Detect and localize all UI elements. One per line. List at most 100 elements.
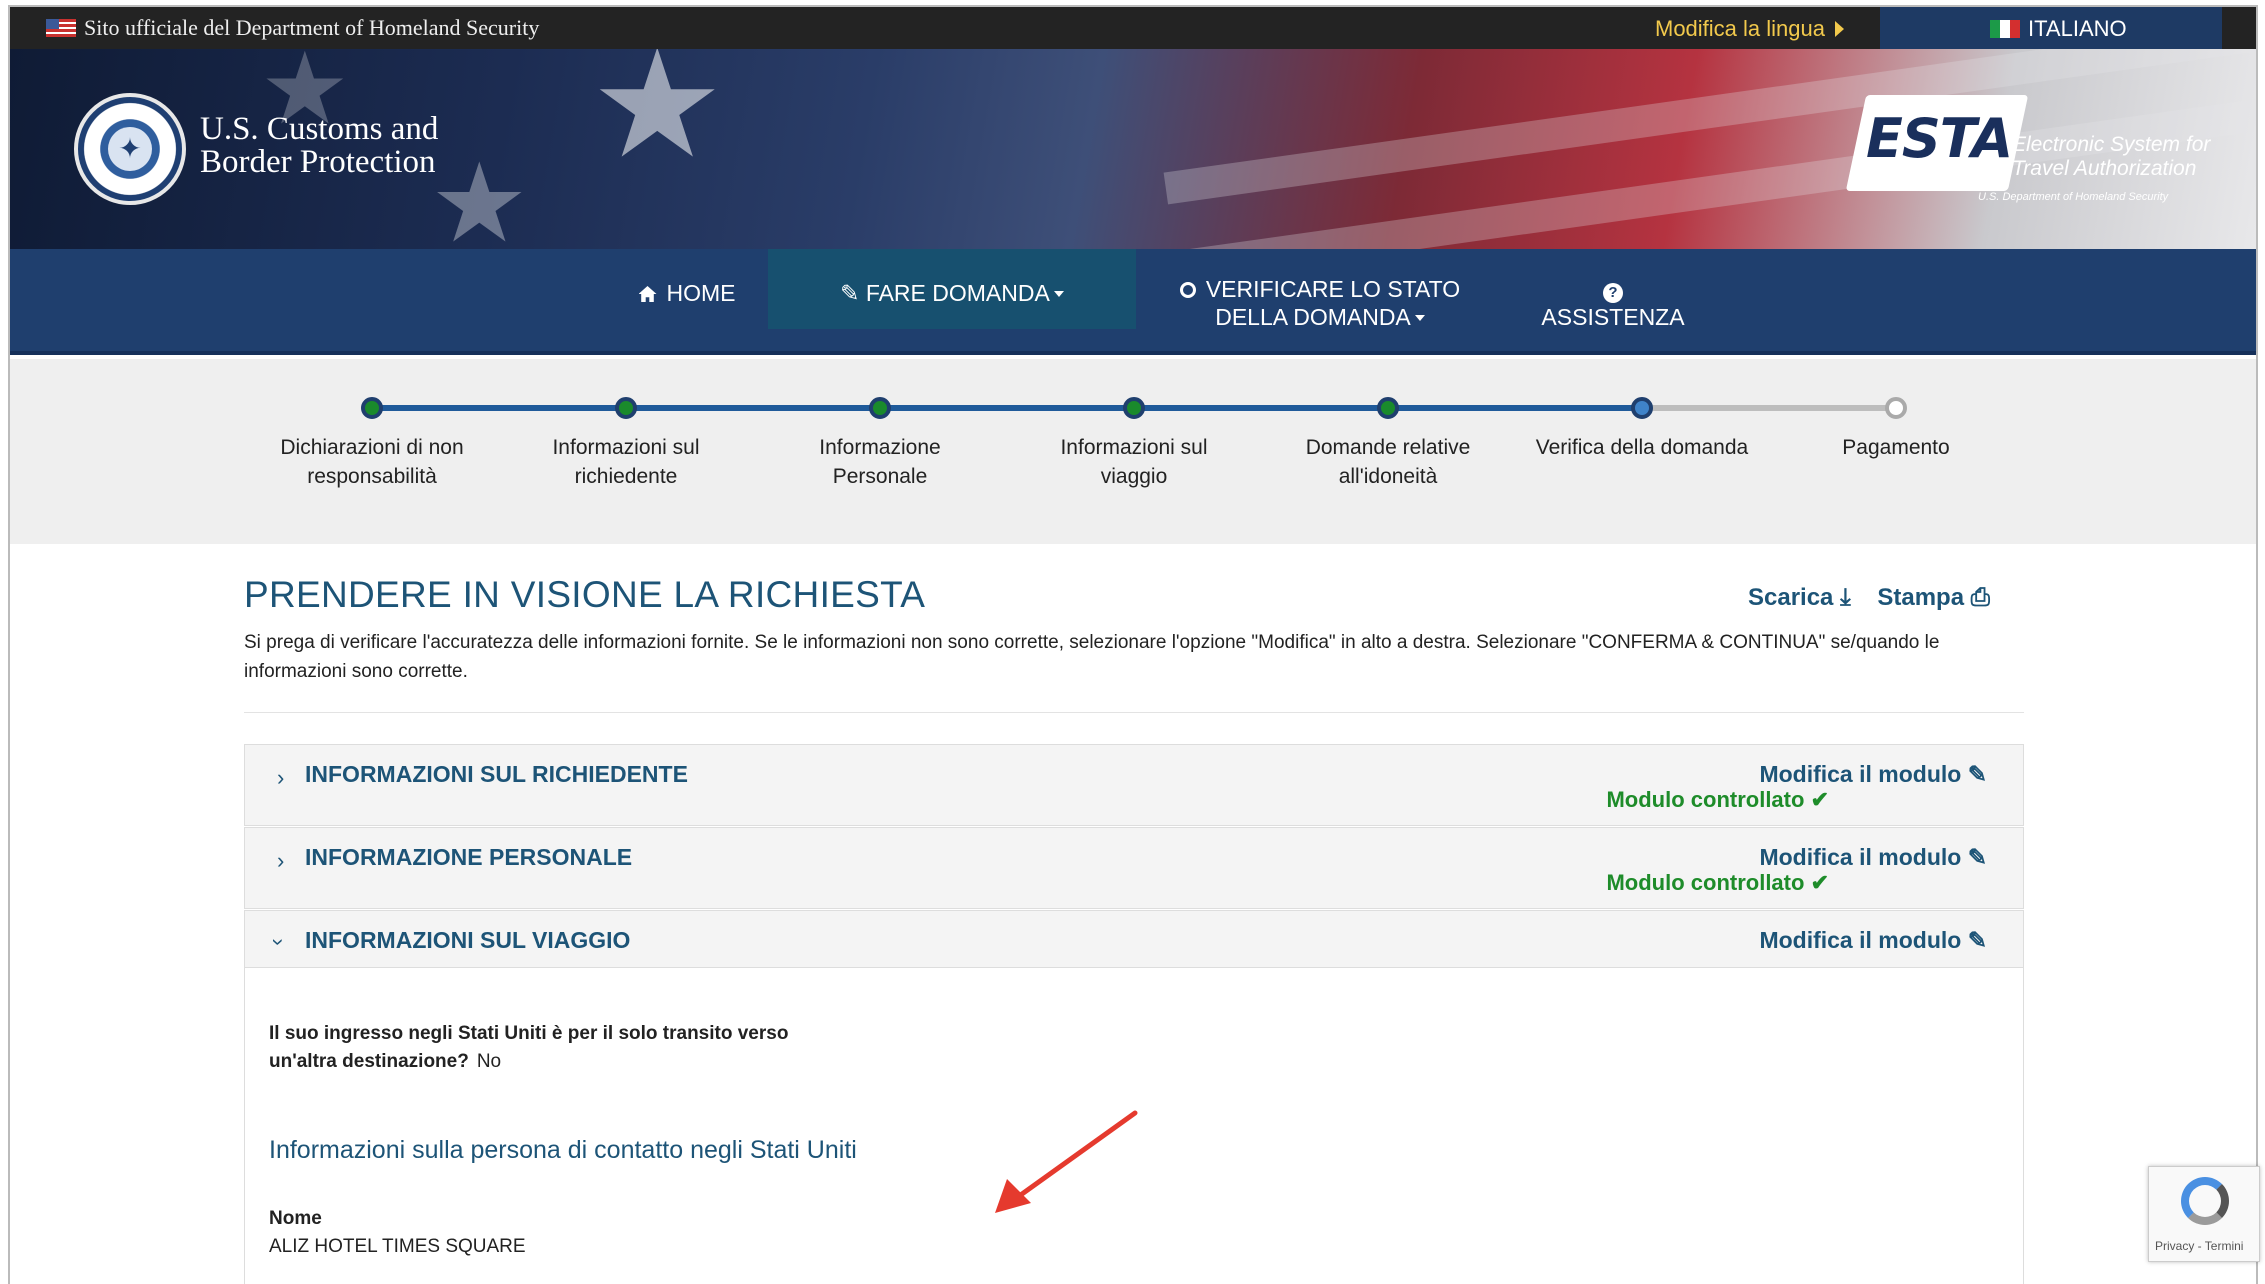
edit-module-label: Modifica il modulo: [1759, 927, 1962, 953]
dhs-seal-logo[interactable]: ✦: [74, 93, 186, 205]
edit-module-label: Modifica il modulo: [1759, 761, 1962, 787]
annotation-arrow-icon: [995, 1110, 1138, 1213]
language-label: ITALIANO: [2028, 16, 2127, 41]
flag-star-decoration: ★: [430, 142, 529, 250]
progress-step-dot: [1631, 397, 1653, 419]
caret-right-icon: [1834, 21, 1844, 37]
us-flag-icon: [46, 19, 76, 37]
nav-status-label-2: DELLA DOMANDA: [1215, 304, 1411, 330]
progress-step-label-line2: Personale: [832, 465, 928, 488]
checkmark-icon: ✔: [1810, 870, 1829, 895]
transit-question-text: Il suo ingresso negli Stati Uniti è per …: [269, 1023, 789, 1072]
progress-step-label: Informazioni sul richiedente: [511, 433, 741, 491]
progress-tracker: Dichiarazioni di non responsabilità Inform…: [10, 359, 2256, 544]
top-bar: Sito ufficiale del Department of Homelan…: [10, 7, 2256, 49]
nav-help[interactable]: ? ASSISTENZA: [1528, 275, 1698, 331]
progress-step-label-line2: responsabilità: [307, 465, 437, 488]
print-link[interactable]: Stampa ⎙: [1877, 584, 1990, 611]
agency-name[interactable]: U.S. Customs and Border Protection: [200, 113, 438, 179]
official-site-notice: Sito ufficiale del Department of Homelan…: [46, 15, 539, 41]
caret-down-icon: [1053, 291, 1064, 297]
nav-status-label-1: VERIFICARE LO STATO: [1205, 276, 1461, 302]
module-checked-label: Modulo controllato: [1606, 787, 1805, 812]
progress-step-dot: [1377, 397, 1399, 419]
chevron-right-icon: ›: [277, 765, 285, 790]
module-checked-status: Modulo controllato ✔: [1606, 870, 1829, 896]
edit-module-link[interactable]: Modifica il modulo ✎: [1759, 844, 1987, 871]
intro-text: Si prega di verificare l'accuratezza del…: [244, 632, 1940, 682]
edit-module-label: Modifica il modulo: [1759, 844, 1962, 870]
print-icon: ⎙: [1970, 584, 1990, 611]
agency-name-line2: Border Protection: [200, 144, 436, 180]
nav-home[interactable]: HOME: [622, 279, 752, 307]
edit-module-link[interactable]: Modifica il modulo ✎: [1759, 927, 1987, 954]
progress-step-dot: [615, 397, 637, 419]
panel-title: INFORMAZIONI SUL VIAGGIO: [305, 927, 631, 953]
contact-name-value: ALIZ HOTEL TIMES SQUARE: [269, 1236, 526, 1257]
search-icon: [1179, 282, 1196, 298]
progress-step-label-line1: Pagamento: [1842, 436, 1950, 459]
progress-step-label-line2: richiedente: [574, 465, 678, 488]
progress-step-label: Dichiarazioni di non responsabilità: [257, 433, 487, 491]
esta-tagline-line1: Electronic System for: [2012, 133, 2211, 156]
italian-flag-icon: [1990, 20, 2020, 38]
download-label: Scarica: [1748, 584, 1834, 611]
download-link[interactable]: Scarica ⤓: [1748, 584, 1851, 611]
official-site-text: Sito ufficiale del Department of Homelan…: [84, 15, 540, 40]
esta-tagline: Electronic System for Travel Authorizati…: [2012, 133, 2212, 181]
esta-tagline-line2: Travel Authorization: [2012, 157, 2197, 180]
progress-step-label: Informazioni sul viaggio: [1019, 433, 1249, 491]
chevron-right-icon: ›: [277, 848, 285, 873]
panel-applicant-info[interactable]: › INFORMAZIONI SUL RICHIEDENTE Modifica …: [244, 744, 2024, 826]
esta-subline: U.S. Department of Homeland Security: [1978, 191, 2169, 203]
recaptcha-links[interactable]: Privacy - Termini: [2155, 1239, 2243, 1253]
change-language-link[interactable]: Modifica la lingua: [1655, 16, 1844, 42]
main-nav: HOME ✎ FARE DOMANDA VERIFICARE LO STATO …: [10, 249, 2256, 355]
page-title: PRENDERE IN VISIONE LA RICHIESTA: [244, 574, 926, 615]
nav-apply[interactable]: ✎ FARE DOMANDA: [768, 249, 1136, 329]
progress-step-dot: [1123, 397, 1145, 419]
progress-step-label-line1: Informazioni sul: [1060, 436, 1208, 459]
eagle-icon: ✦: [108, 127, 152, 171]
caret-down-icon: [1414, 315, 1425, 321]
esta-logo[interactable]: ESTA Electronic System for Travel Author…: [1845, 95, 2210, 205]
recaptcha-badge[interactable]: Privacy - Termini: [2148, 1166, 2260, 1262]
panel-title: INFORMAZIONI SUL RICHIEDENTE: [305, 761, 688, 787]
change-language-label: Modifica la lingua: [1655, 16, 1825, 41]
print-label: Stampa: [1877, 584, 1965, 611]
transit-question: Il suo ingresso negli Stati Uniti è per …: [269, 1020, 829, 1076]
panel-travel-info[interactable]: › INFORMAZIONI SUL VIAGGIO Modifica il m…: [244, 910, 2024, 968]
contact-section-heading: Informazioni sulla persona di contatto n…: [269, 1136, 857, 1164]
nav-help-label: ASSISTENZA: [1541, 304, 1685, 330]
browser-frame: Sito ufficiale del Department of Homelan…: [8, 5, 2258, 1284]
progress-step-label-line1: Dichiarazioni di non: [280, 436, 464, 459]
progress-step-label: Domande relative all'idoneità: [1273, 433, 1503, 491]
panel-personal-info[interactable]: › INFORMAZIONE PERSONALE Modifica il mod…: [244, 827, 2024, 909]
progress-step-dot: [1885, 397, 1907, 419]
nav-check-status[interactable]: VERIFICARE LO STATO DELLA DOMANDA: [1170, 275, 1470, 331]
recaptcha-icon: [2181, 1177, 2229, 1225]
pencil-icon: ✎: [1967, 927, 1987, 953]
progress-step-label-line1: Informazioni sul: [552, 436, 700, 459]
module-checked-status: Modulo controllato ✔: [1606, 787, 1829, 813]
progress-step-label-line1: Domande relative: [1305, 436, 1471, 459]
page-actions: Scarica ⤓ Stampa ⎙: [1748, 584, 2010, 612]
chevron-down-icon: ›: [266, 938, 292, 946]
question-icon: ?: [1603, 283, 1623, 303]
progress-step-label: Pagamento: [1781, 433, 2011, 462]
home-icon: [639, 280, 667, 306]
agency-name-line1: U.S. Customs and: [200, 111, 439, 147]
edit-module-link[interactable]: Modifica il modulo ✎: [1759, 761, 1987, 788]
progress-step-label-line2: all'idoneità: [1338, 465, 1438, 488]
flag-star-decoration: ★: [590, 49, 725, 188]
progress-step-label: Verifica della domanda: [1527, 433, 1757, 462]
pencil-icon: ✎: [1967, 761, 1987, 787]
language-selector[interactable]: ITALIANO: [1880, 7, 2222, 49]
divider: [244, 712, 2024, 713]
nav-apply-label: FARE DOMANDA: [865, 280, 1050, 306]
module-checked-label: Modulo controllato: [1606, 870, 1805, 895]
panel-title: INFORMAZIONE PERSONALE: [305, 844, 633, 870]
transit-answer: No: [476, 1051, 502, 1072]
contact-name-label: Nome: [269, 1208, 322, 1229]
progress-step-label-line2: viaggio: [1100, 465, 1168, 488]
